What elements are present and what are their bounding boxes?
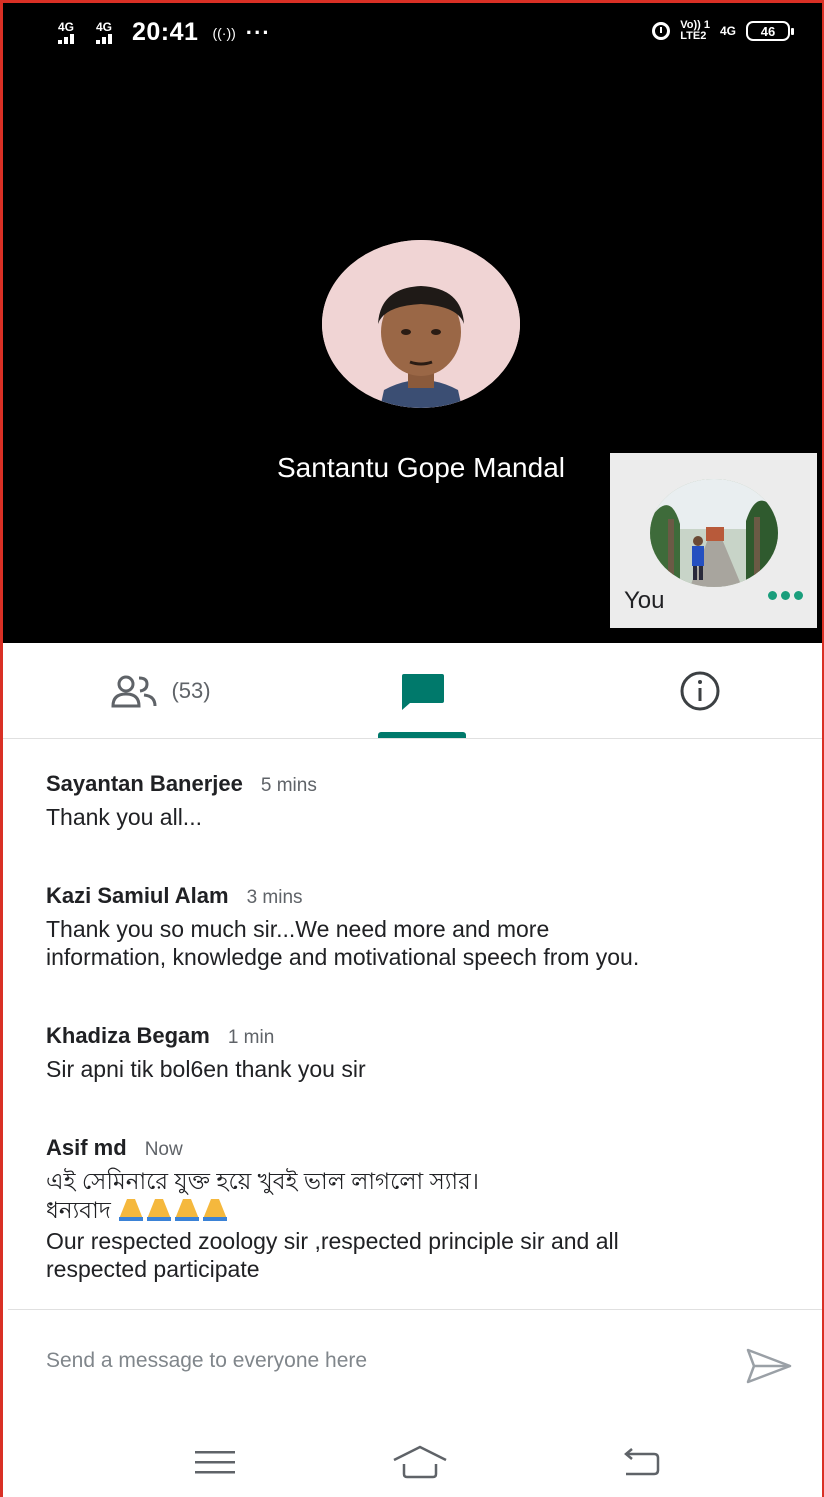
- network-4g-icon: 4G: [719, 24, 736, 38]
- alarm-icon: [652, 22, 671, 40]
- chat-message: Asif md Now এই সেমিনারে যুক্ত হয়ে খুবই …: [46, 1135, 806, 1283]
- recent-apps-button[interactable]: [185, 1442, 245, 1482]
- message-sender: Asif md: [46, 1135, 127, 1160]
- panel-tabs: (53): [0, 643, 824, 739]
- compose-bar: [0, 1310, 824, 1420]
- status-right: Vo)) 1 LTE2 4G 46: [652, 19, 794, 42]
- menu-icon: [195, 1451, 235, 1474]
- more-notifications-icon: ···: [245, 19, 271, 45]
- chat-message: Sayantan Banerjee 5 mins Thank you all..…: [46, 771, 806, 831]
- video-area: 4G 4G 20:41 ((·)) ··· Vo)) 1 LTE2 4G 46: [0, 0, 824, 643]
- main-participant-avatar: [322, 240, 520, 408]
- message-time: Now: [144, 1139, 183, 1160]
- self-preview-tile[interactable]: You: [610, 453, 817, 628]
- self-label: You: [624, 587, 665, 614]
- status-left: 4G 4G 20:41 ((·)) ···: [52, 18, 271, 47]
- system-navigation-bar: [0, 1420, 824, 1497]
- volte-icon: Vo)) 1 LTE2: [680, 19, 710, 42]
- back-icon: [624, 1448, 660, 1476]
- self-more-options-icon[interactable]: [768, 591, 803, 600]
- message-sender: Khadiza Begam: [46, 1023, 210, 1048]
- back-button[interactable]: [610, 1442, 670, 1482]
- chat-message: Khadiza Begam 1 min Sir apni tik bol6en …: [46, 1023, 806, 1083]
- message-time: 1 min: [227, 1027, 275, 1048]
- active-tab-indicator: [378, 732, 466, 738]
- message-text-bengali: এই সেমিনারে যুক্ত হয়ে খুবই ভাল লাগলো স্…: [46, 1168, 479, 1194]
- tab-people[interactable]: (53): [90, 643, 230, 738]
- message-sender: Kazi Samiul Alam: [46, 883, 229, 908]
- message-sender: Sayantan Banerjee: [46, 771, 243, 796]
- home-button[interactable]: [390, 1442, 450, 1482]
- signal-2-icon: 4G: [90, 21, 118, 44]
- praying-hands-icons: [117, 1195, 228, 1227]
- chat-icon: [402, 673, 444, 710]
- message-text: Thank you so much sir...We need more and…: [46, 916, 640, 970]
- hotspot-icon: ((·)): [212, 24, 236, 41]
- message-time: 5 mins: [260, 775, 317, 796]
- chat-messages: Sayantan Banerjee 5 mins Thank you all..…: [0, 739, 824, 1309]
- battery-icon: 46: [746, 21, 794, 41]
- people-count: (53): [171, 677, 211, 703]
- message-text-thanks: ধন্যবাদ: [46, 1195, 806, 1227]
- message-text: Thank you all...: [46, 804, 202, 830]
- chat-message: Kazi Samiul Alam 3 mins Thank you so muc…: [46, 883, 806, 971]
- message-time: 3 mins: [246, 887, 303, 908]
- send-button[interactable]: [744, 1346, 794, 1386]
- message-text: Sir apni tik bol6en thank you sir: [46, 1056, 366, 1082]
- home-icon: [393, 1445, 447, 1479]
- signal-1-icon: 4G: [52, 21, 80, 44]
- tab-info[interactable]: [660, 643, 740, 738]
- message-text-english: Our respected zoology sir ,respected pri…: [46, 1228, 619, 1282]
- tab-chat[interactable]: [378, 643, 466, 738]
- send-icon: [746, 1348, 792, 1384]
- message-input[interactable]: [44, 1340, 698, 1382]
- people-icon: [111, 675, 157, 707]
- info-icon: [680, 671, 720, 710]
- status-time: 20:41: [132, 18, 199, 46]
- status-bar: 4G 4G 20:41 ((·)) ··· Vo)) 1 LTE2 4G 46: [0, 0, 824, 70]
- self-avatar: [650, 479, 778, 587]
